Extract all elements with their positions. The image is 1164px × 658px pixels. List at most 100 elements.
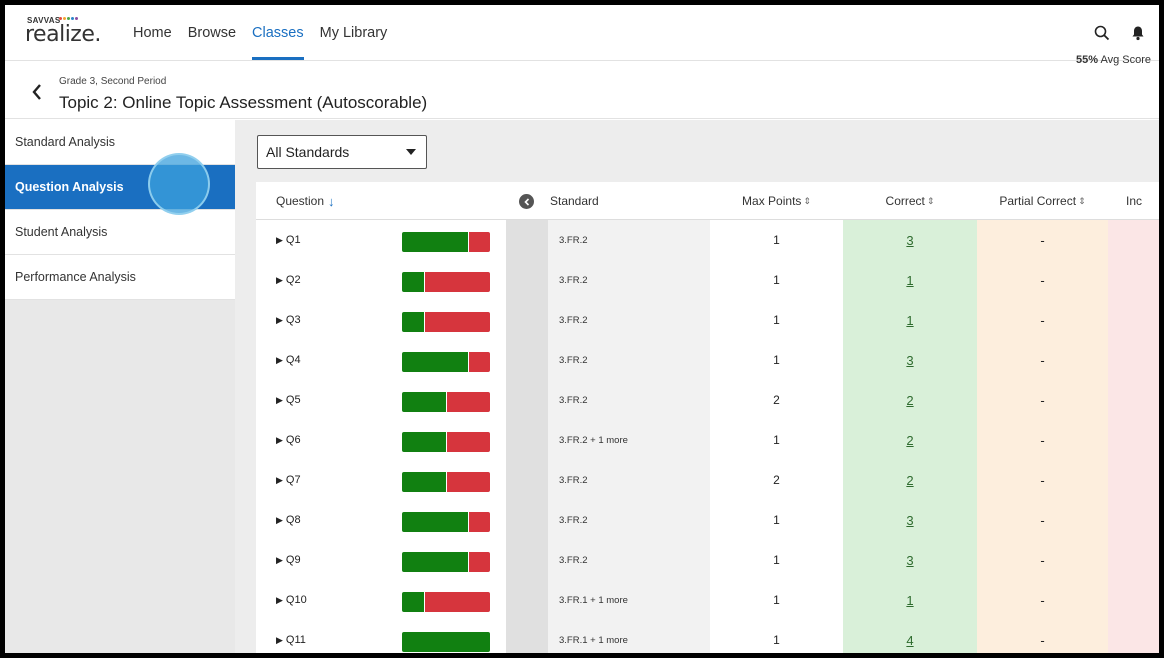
sidebar-item-standard-analysis[interactable]: Standard Analysis	[5, 120, 235, 165]
question-label: Q6	[285, 434, 301, 446]
partial-correct-cell: -	[977, 340, 1108, 380]
column-question[interactable]: Question ↓	[276, 182, 396, 220]
table-row: ▶ Q3 3.FR.2 1 1-	[256, 300, 1159, 340]
bar-incorrect-segment	[424, 272, 490, 292]
table-row: ▶ Q8 3.FR.2 1 3 -	[256, 500, 1159, 540]
sidebar-item-student-analysis[interactable]: Student Analysis	[5, 210, 235, 255]
incorrect-cell	[1108, 620, 1159, 653]
question-label: Q9	[285, 554, 301, 566]
standards-filter-dropdown[interactable]: All Standards	[257, 135, 427, 169]
spacer-cell	[506, 220, 548, 260]
app-frame: SAVVAS realize. Home Browse Classes My Libr…	[5, 5, 1159, 653]
standard-cell: 3.FR.2	[548, 300, 710, 340]
max-points-cell: 1	[710, 420, 843, 460]
question-cell[interactable]: ▶ Q5	[256, 380, 506, 420]
column-correct[interactable]: Correct ⇕	[843, 182, 977, 220]
collapse-chevron-left-icon[interactable]	[519, 194, 534, 209]
correct-count-link[interactable]: 2	[906, 393, 913, 408]
sidebar-item-performance-analysis[interactable]: Performance Analysis	[5, 255, 235, 300]
incorrect-cell	[1108, 500, 1159, 540]
expand-triangle-icon: ▶	[276, 514, 283, 525]
incorrect-cell	[1108, 580, 1159, 620]
expand-triangle-icon: ▶	[276, 594, 283, 605]
question-cell[interactable]: ▶ Q10	[256, 580, 506, 620]
question-cell[interactable]: ▶ Q4	[256, 340, 506, 380]
avg-score: 55% Avg Score	[1076, 54, 1151, 66]
standard-cell: 3.FR.2	[548, 540, 710, 580]
incorrect-cell	[1108, 420, 1159, 460]
column-standard-label: Standard	[550, 194, 599, 208]
question-cell[interactable]: ▶ Q9	[256, 540, 506, 580]
expand-triangle-icon: ▶	[276, 354, 283, 365]
sort-icon: ⇕	[926, 195, 935, 206]
bar-correct-segment	[402, 232, 468, 252]
standard-cell: 3.FR.2	[548, 340, 710, 380]
nav-link-classes[interactable]: Classes	[244, 5, 312, 60]
bar-correct-segment	[402, 592, 424, 612]
search-icon[interactable]	[1087, 18, 1117, 48]
correct-count-link[interactable]: 1	[906, 313, 913, 328]
standard-cell: 3.FR.2	[548, 460, 710, 500]
savvas-realize-logo[interactable]: SAVVAS realize.	[25, 13, 117, 53]
column-partial-correct-label: Partial Correct	[999, 194, 1077, 208]
question-cell[interactable]: ▶ Q8	[256, 500, 506, 540]
bell-icon[interactable]	[1123, 18, 1153, 48]
question-cell[interactable]: ▶ Q6	[256, 420, 506, 460]
spacer-cell	[506, 380, 548, 420]
sort-down-arrow-icon: ↓	[328, 193, 335, 209]
question-cell[interactable]: ▶ Q2	[256, 260, 506, 300]
question-label: Q5	[285, 394, 301, 406]
bar-correct-segment	[402, 312, 424, 332]
max-points-cell: 1	[710, 220, 843, 260]
partial-correct-cell: -	[977, 620, 1108, 653]
correct-count-link[interactable]: 4	[906, 633, 913, 648]
back-chevron-icon[interactable]	[31, 83, 47, 103]
question-label: Q10	[285, 594, 307, 606]
correct-count-link[interactable]: 2	[906, 473, 913, 488]
question-cell[interactable]: ▶ Q7	[256, 460, 506, 500]
table-row: ▶ Q7 3.FR.2 2 2-	[256, 460, 1159, 500]
question-cell[interactable]: ▶ Q11	[256, 620, 506, 653]
question-label: Q1	[285, 234, 301, 246]
correct-cell: 1	[843, 580, 977, 620]
bar-correct-segment	[402, 352, 468, 372]
correct-count-link[interactable]: 1	[906, 593, 913, 608]
incorrect-cell	[1108, 540, 1159, 580]
expand-triangle-icon: ▶	[276, 394, 283, 405]
score-distribution-bar	[402, 632, 490, 652]
nav-link-home[interactable]: Home	[125, 5, 180, 60]
score-distribution-bar	[402, 392, 490, 412]
assessment-header: Grade 3, Second Period Topic 2: Online T…	[5, 61, 1159, 119]
table-row: ▶ Q10 3.FR.1 + 1 more 1 1-	[256, 580, 1159, 620]
correct-count-link[interactable]: 3	[906, 553, 913, 568]
question-cell[interactable]: ▶ Q1	[256, 220, 506, 260]
correct-count-link[interactable]: 3	[906, 513, 913, 528]
score-distribution-bar	[402, 472, 490, 492]
score-distribution-bar	[402, 272, 490, 292]
correct-count-link[interactable]: 3	[906, 353, 913, 368]
incorrect-cell	[1108, 340, 1159, 380]
score-distribution-bar	[402, 592, 490, 612]
column-standard: Standard	[550, 182, 650, 220]
bar-incorrect-segment	[446, 432, 490, 452]
bar-incorrect-segment	[468, 552, 490, 572]
question-analysis-table: Question ↓ Standard Max Points ⇕ Correct ⇕…	[256, 182, 1159, 653]
nav-link-my-library[interactable]: My Library	[312, 5, 396, 60]
correct-cell: 3	[843, 540, 977, 580]
correct-count-link[interactable]: 3	[906, 233, 913, 248]
correct-count-link[interactable]: 1	[906, 273, 913, 288]
correct-cell: 3	[843, 340, 977, 380]
correct-count-link[interactable]: 2	[906, 433, 913, 448]
question-cell[interactable]: ▶ Q3	[256, 300, 506, 340]
column-partial-correct[interactable]: Partial Correct ⇕	[977, 182, 1108, 220]
logo-brand: realize.	[25, 21, 101, 47]
bar-incorrect-segment	[468, 352, 490, 372]
nav-links: Home Browse Classes My Library	[125, 5, 395, 60]
standard-cell: 3.FR.1 + 1 more	[548, 580, 710, 620]
table-row: ▶ Q5 3.FR.2 2 2-	[256, 380, 1159, 420]
column-incorrect[interactable]: Inc	[1126, 182, 1159, 220]
table-row: ▶ Q11 3.FR.1 + 1 more 1 4 -	[256, 620, 1159, 653]
column-max-points[interactable]: Max Points ⇕	[710, 182, 843, 220]
nav-link-browse[interactable]: Browse	[180, 5, 244, 60]
sort-icon: ⇕	[803, 195, 811, 206]
